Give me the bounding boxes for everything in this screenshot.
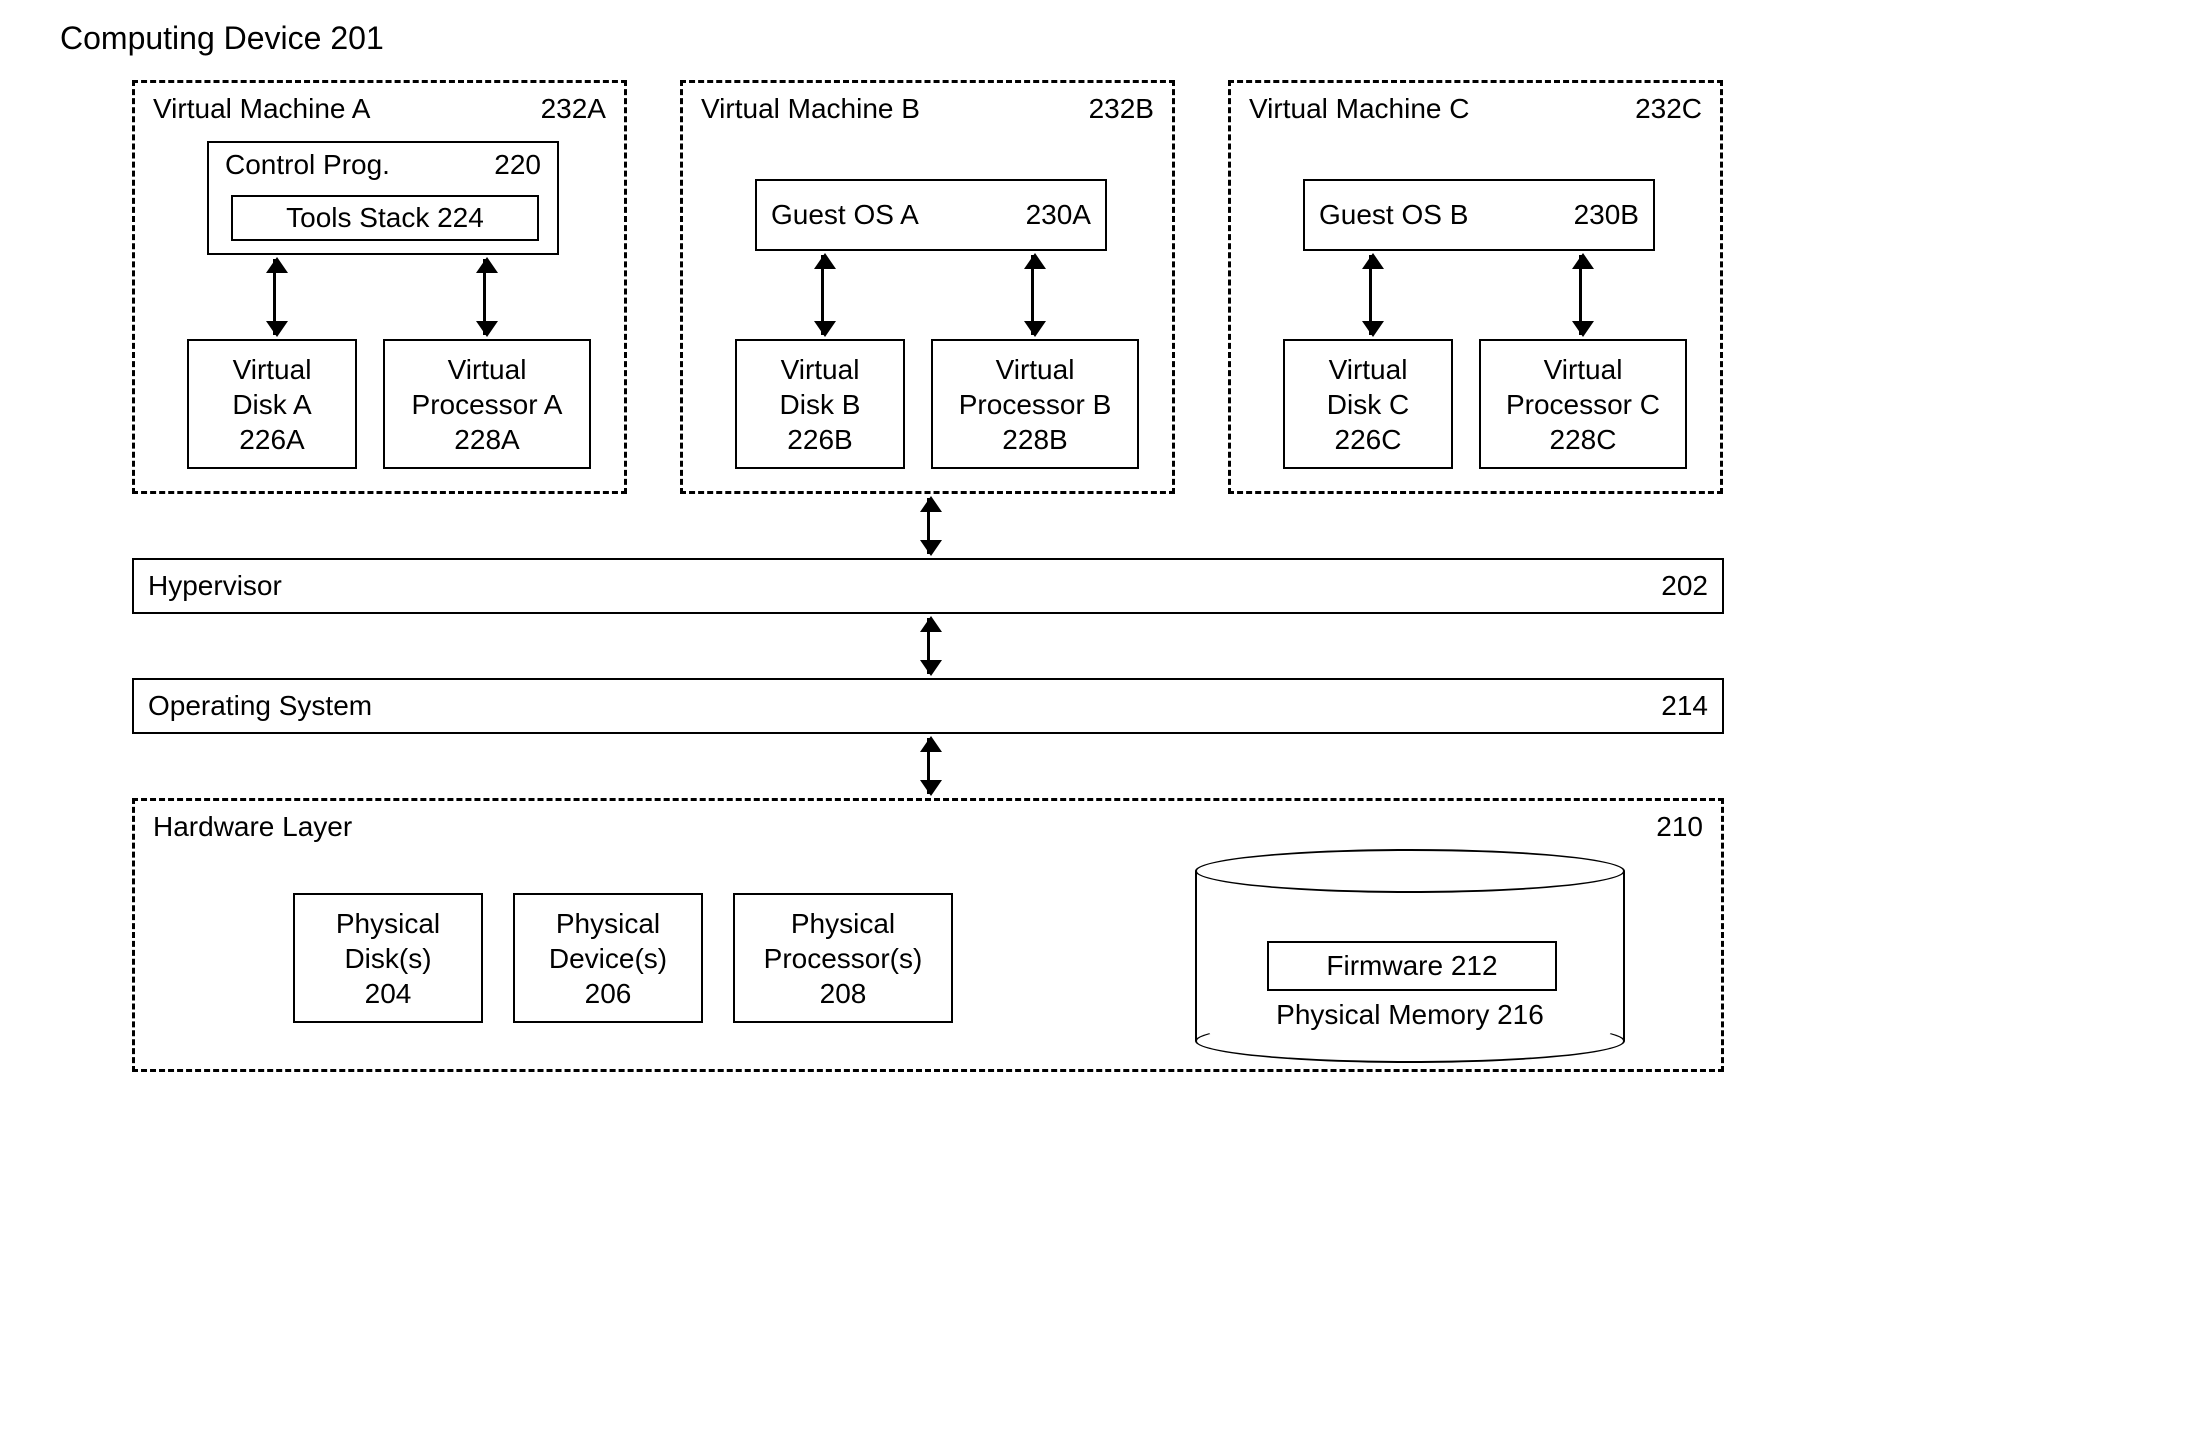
vm-a-ref: 232A — [541, 93, 606, 125]
hardware-label: Hardware Layer — [153, 811, 352, 843]
control-prog-box: Control Prog. 220 Tools Stack 224 — [207, 141, 559, 255]
vm-a-header: Virtual Machine A 232A — [153, 93, 606, 125]
os-box: Operating System 214 — [132, 678, 1724, 734]
firmware-label: Firmware 212 — [1326, 950, 1497, 982]
guest-os-b-label: Guest OS B — [1319, 199, 1468, 231]
hardware-ref: 210 — [1656, 811, 1703, 843]
physical-device-box: Physical Device(s) 206 — [513, 893, 703, 1023]
vm-c-disk: Virtual Disk C 226C — [1283, 339, 1453, 469]
physical-memory-cylinder: Firmware 212 Physical Memory 216 — [1195, 871, 1625, 1041]
vm-b-ref: 232B — [1089, 93, 1154, 125]
vm-c-label: Virtual Machine C — [1249, 93, 1469, 125]
arrow-icon — [483, 259, 486, 335]
tools-stack-label: Tools Stack 224 — [286, 202, 484, 234]
control-prog-label: Control Prog. — [225, 149, 390, 181]
vm-b-label: Virtual Machine B — [701, 93, 920, 125]
vm-a: Virtual Machine A 232A Control Prog. 220… — [132, 80, 627, 494]
cylinder-top-icon — [1195, 849, 1625, 893]
hypervisor-label: Hypervisor — [148, 570, 282, 602]
vm-b-header: Virtual Machine B 232B — [701, 93, 1154, 125]
vm-a-proc: Virtual Processor A 228A — [383, 339, 591, 469]
vm-c-proc: Virtual Processor C 228C — [1479, 339, 1687, 469]
vm-c: Virtual Machine C 232C Guest OS B 230B V… — [1228, 80, 1723, 494]
arrow-icon — [927, 618, 930, 674]
tools-stack-box: Tools Stack 224 — [231, 195, 539, 241]
guest-os-a-label: Guest OS A — [771, 199, 919, 231]
physical-memory-label: Physical Memory 216 — [1197, 999, 1623, 1031]
arrow-icon — [1031, 255, 1034, 335]
diagram-canvas: Computing Device 201 Virtual Machine A 2… — [0, 0, 2207, 1456]
diagram-title: Computing Device 201 — [60, 20, 384, 57]
vm-b-disk: Virtual Disk B 226B — [735, 339, 905, 469]
guest-os-b-box: Guest OS B 230B — [1303, 179, 1655, 251]
physical-disk-box: Physical Disk(s) 204 — [293, 893, 483, 1023]
arrow-icon — [273, 259, 276, 335]
vm-a-label: Virtual Machine A — [153, 93, 370, 125]
firmware-box: Firmware 212 — [1267, 941, 1557, 991]
physical-processor-box: Physical Processor(s) 208 — [733, 893, 953, 1023]
arrow-icon — [927, 498, 930, 554]
hardware-header: Hardware Layer 210 — [153, 811, 1703, 843]
guest-os-b-ref: 230B — [1574, 199, 1639, 231]
arrow-icon — [927, 738, 930, 794]
vm-c-header: Virtual Machine C 232C — [1249, 93, 1702, 125]
guest-os-a-ref: 230A — [1026, 199, 1091, 231]
vm-a-disk: Virtual Disk A 226A — [187, 339, 357, 469]
arrow-icon — [821, 255, 824, 335]
hypervisor-ref: 202 — [1661, 570, 1708, 602]
hardware-layer: Hardware Layer 210 Physical Disk(s) 204 … — [132, 798, 1724, 1072]
hypervisor-box: Hypervisor 202 — [132, 558, 1724, 614]
arrow-icon — [1579, 255, 1582, 335]
vm-c-ref: 232C — [1635, 93, 1702, 125]
os-label: Operating System — [148, 690, 372, 722]
vm-b-proc: Virtual Processor B 228B — [931, 339, 1139, 469]
arrow-icon — [1369, 255, 1372, 335]
guest-os-a-box: Guest OS A 230A — [755, 179, 1107, 251]
vm-b: Virtual Machine B 232B Guest OS A 230A V… — [680, 80, 1175, 494]
control-prog-ref: 220 — [494, 149, 541, 181]
os-ref: 214 — [1661, 690, 1708, 722]
